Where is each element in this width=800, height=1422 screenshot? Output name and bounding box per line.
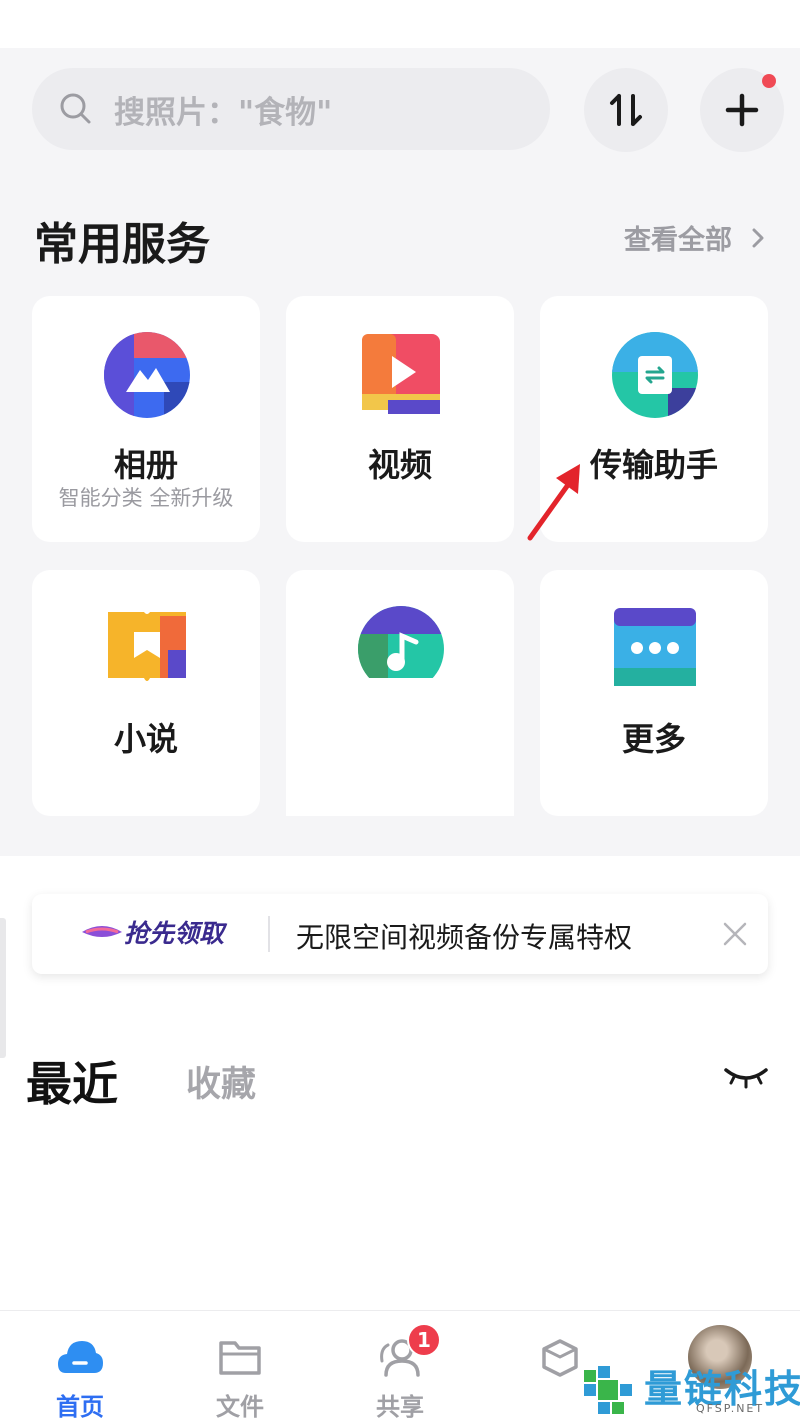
nav-files[interactable]: 文件 bbox=[185, 1311, 295, 1422]
service-card-more[interactable]: 更多 bbox=[540, 570, 768, 816]
video-icon bbox=[362, 334, 440, 414]
plus-icon bbox=[725, 93, 759, 127]
tab-recent[interactable]: 最近 bbox=[26, 1048, 118, 1114]
add-button[interactable] bbox=[700, 68, 784, 152]
transfer-assistant-icon bbox=[612, 332, 698, 418]
service-card-novel[interactable]: 小说 bbox=[32, 570, 260, 816]
cloud-home-icon bbox=[58, 1341, 103, 1373]
album-icon bbox=[104, 332, 190, 418]
section-title: 常用服务 bbox=[34, 219, 210, 270]
nav-share[interactable]: 1 共享 bbox=[345, 1311, 455, 1422]
close-icon[interactable] bbox=[722, 921, 748, 947]
service-label: 视频 bbox=[367, 446, 432, 484]
view-all-link[interactable]: 查看全部 bbox=[624, 218, 770, 257]
service-sublabel: 智能分类 全新升级 bbox=[58, 486, 234, 510]
promo-text: 无限空间视频备份专属特权 bbox=[296, 921, 633, 954]
promo-badge: 抢先领取 bbox=[124, 919, 225, 948]
service-label: 相册 bbox=[113, 446, 178, 484]
nav-home[interactable]: 首页 bbox=[25, 1311, 135, 1422]
service-label: 小说 bbox=[113, 720, 178, 758]
watermark: 量链科技 QFSP.NET bbox=[576, 1356, 800, 1422]
search-placeholder: 搜照片："食物" bbox=[114, 94, 333, 131]
nav-label: 文件 bbox=[216, 1393, 264, 1421]
service-card-album[interactable]: 相册 智能分类 全新升级 bbox=[32, 296, 260, 542]
novel-icon bbox=[108, 612, 186, 681]
icon-mask bbox=[286, 678, 514, 816]
chevron-right-icon bbox=[752, 228, 764, 247]
more-icon bbox=[614, 608, 696, 686]
edge-drag-handle[interactable] bbox=[0, 918, 6, 1058]
notification-badge: 1 bbox=[407, 1323, 441, 1357]
search-input[interactable]: 搜照片："食物" bbox=[32, 68, 550, 150]
view-all-label: 查看全部 bbox=[624, 225, 732, 256]
watermark-subtext: QFSP.NET bbox=[696, 1402, 765, 1415]
service-label: 更多 bbox=[621, 720, 686, 758]
service-card-music[interactable] bbox=[286, 570, 514, 816]
nav-label: 共享 bbox=[376, 1393, 424, 1421]
transfer-list-button[interactable] bbox=[584, 68, 668, 152]
eye-closed-icon[interactable] bbox=[722, 1062, 770, 1092]
promo-logo-icon bbox=[82, 926, 122, 937]
notification-dot bbox=[762, 74, 776, 88]
watermark-logo-icon bbox=[584, 1366, 632, 1414]
service-card-video[interactable]: 视频 bbox=[286, 296, 514, 542]
pointer-arrow-icon bbox=[527, 464, 580, 541]
nav-label: 首页 bbox=[56, 1393, 104, 1421]
search-icon bbox=[60, 93, 91, 124]
tab-favorites[interactable]: 收藏 bbox=[186, 1056, 256, 1107]
promo-divider bbox=[268, 916, 270, 952]
promo-banner[interactable]: 抢先领取 无限空间视频备份专属特权 bbox=[32, 894, 768, 974]
folder-icon bbox=[219, 1341, 261, 1375]
sort-arrows-icon bbox=[610, 94, 642, 126]
